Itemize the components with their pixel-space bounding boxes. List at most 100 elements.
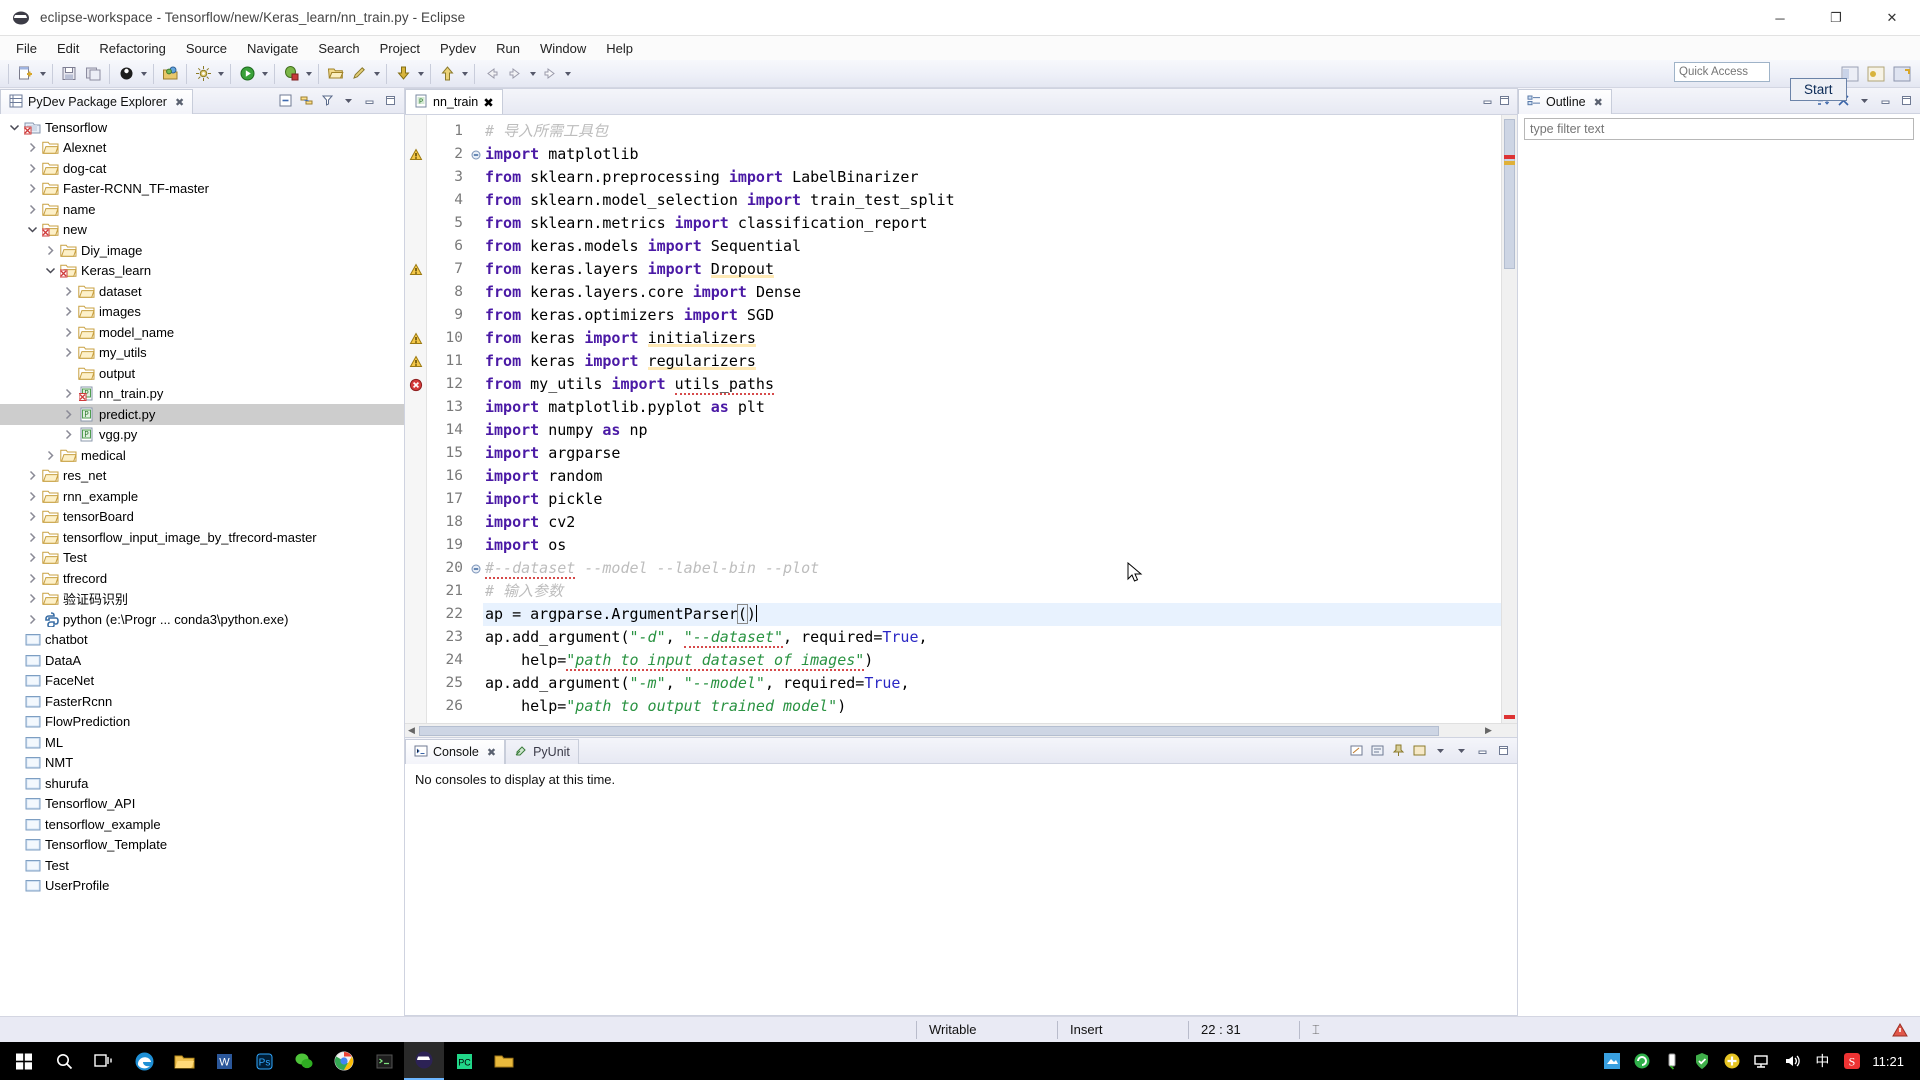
- tree-item-new[interactable]: new: [0, 220, 404, 241]
- tree-item-[interactable]: 验证码识别: [0, 589, 404, 610]
- warning-marker-icon[interactable]: [405, 350, 426, 373]
- menu-refactoring[interactable]: Refactoring: [89, 38, 175, 59]
- run-dropdown[interactable]: [259, 63, 270, 85]
- tree-item-name[interactable]: name: [0, 199, 404, 220]
- code-line[interactable]: #--dataset --model --label-bin --plot: [483, 557, 1501, 580]
- menu-project[interactable]: Project: [370, 38, 430, 59]
- folding-ruler[interactable]: [469, 115, 483, 723]
- maximize-icon[interactable]: [381, 92, 399, 110]
- fold-toggle-icon[interactable]: [469, 143, 483, 166]
- chevron-right-icon[interactable]: [42, 447, 59, 464]
- new-file-icon[interactable]: [14, 63, 36, 85]
- chevron-right-icon[interactable]: [24, 488, 41, 505]
- editor-horizontal-scrollbar[interactable]: ◀ ▶: [405, 723, 1517, 737]
- source-code[interactable]: # 导入所需工具包 import matplotlib from sklearn.p…: [483, 115, 1501, 723]
- open-folder-icon[interactable]: [324, 63, 346, 85]
- code-line[interactable]: help="path to output trained model"): [483, 695, 1501, 718]
- code-line[interactable]: import cv2: [483, 511, 1501, 534]
- chevron-right-icon[interactable]: [24, 590, 41, 607]
- chevron-right-icon[interactable]: [24, 570, 41, 587]
- start-button[interactable]: Start: [1790, 78, 1847, 101]
- chevron-right-icon[interactable]: [24, 201, 41, 218]
- quick-access-input[interactable]: [1674, 62, 1770, 82]
- tree-item-medical[interactable]: medical: [0, 445, 404, 466]
- code-line[interactable]: from my_utils import utils_paths: [483, 373, 1501, 396]
- tree-item-tensorboard[interactable]: tensorBoard: [0, 507, 404, 528]
- open-type-icon[interactable]: [159, 63, 181, 85]
- tree-item-faster-rcnn-tf-master[interactable]: Faster-RCNN_TF-master: [0, 179, 404, 200]
- code-line[interactable]: help="path to input dataset of images"): [483, 649, 1501, 672]
- code-line[interactable]: ap.add_argument("-m", "--model", require…: [483, 672, 1501, 695]
- tree-item-fasterrcnn[interactable]: FasterRcnn: [0, 691, 404, 712]
- tree-item-tensorflow-input-image-by-tfrecord-master[interactable]: tensorflow_input_image_by_tfrecord-maste…: [0, 527, 404, 548]
- menu-search[interactable]: Search: [308, 38, 369, 59]
- code-line[interactable]: # 输入参数: [483, 580, 1501, 603]
- link-with-editor-icon[interactable]: [297, 92, 315, 110]
- save-all-icon[interactable]: [82, 63, 104, 85]
- tree-item-ml[interactable]: ML: [0, 732, 404, 753]
- minimize-icon[interactable]: [1481, 94, 1494, 110]
- code-line[interactable]: from sklearn.metrics import classificati…: [483, 212, 1501, 235]
- code-line[interactable]: import random: [483, 465, 1501, 488]
- screenshot-icon[interactable]: [1602, 1051, 1622, 1071]
- minimize-icon[interactable]: [1473, 742, 1491, 760]
- task-view-icon[interactable]: [84, 1042, 124, 1080]
- code-line[interactable]: from sklearn.preprocessing import LabelB…: [483, 166, 1501, 189]
- tree-item-flowprediction[interactable]: FlowPrediction: [0, 712, 404, 733]
- view-menu-icon[interactable]: [1855, 92, 1873, 110]
- tree-item-model-name[interactable]: model_name: [0, 322, 404, 343]
- tree-item-alexnet[interactable]: Alexnet: [0, 138, 404, 159]
- tree-item-tensorflow-api[interactable]: Tensorflow_API: [0, 794, 404, 815]
- view-menu-icon[interactable]: [339, 92, 357, 110]
- tree-item-python-e-progr-conda3-python-exe[interactable]: python (e:\Progr ... conda3\python.exe): [0, 609, 404, 630]
- network-icon[interactable]: [1752, 1051, 1772, 1071]
- tree-item-tensorflow[interactable]: Tensorflow: [0, 117, 404, 138]
- code-line[interactable]: from keras import initializers: [483, 327, 1501, 350]
- tab-console[interactable]: Console ✖: [405, 739, 506, 764]
- tree-item-my-utils[interactable]: my_utils: [0, 343, 404, 364]
- chevron-down-icon[interactable]: [6, 119, 23, 136]
- chevron-down-icon[interactable]: [42, 262, 59, 279]
- debug-perspective-icon[interactable]: [115, 63, 137, 85]
- chevron-right-icon[interactable]: [60, 426, 77, 443]
- chevron-right-icon[interactable]: [24, 611, 41, 628]
- pencil-dropdown[interactable]: [371, 63, 382, 85]
- minimize-icon[interactable]: [360, 92, 378, 110]
- forward-dropdown[interactable]: [527, 63, 538, 85]
- next-annotation-icon[interactable]: [539, 63, 561, 85]
- tree-item-dog-cat[interactable]: dog-cat: [0, 158, 404, 179]
- maximize-button[interactable]: ❐: [1808, 0, 1864, 36]
- tree-item-test[interactable]: Test: [0, 855, 404, 876]
- tab-outline[interactable]: Outline ✖: [1518, 89, 1612, 114]
- chevron-right-icon[interactable]: [42, 242, 59, 259]
- tree-item-res-net[interactable]: res_net: [0, 466, 404, 487]
- tree-item-shurufa[interactable]: shurufa: [0, 773, 404, 794]
- tree-item-output[interactable]: output: [0, 363, 404, 384]
- chevron-right-icon[interactable]: [60, 324, 77, 341]
- menu-navigate[interactable]: Navigate: [237, 38, 308, 59]
- run-icon[interactable]: [236, 63, 258, 85]
- chevron-right-icon[interactable]: [60, 344, 77, 361]
- warning-marker-icon[interactable]: [405, 327, 426, 350]
- code-line[interactable]: # 导入所需工具包: [483, 120, 1501, 143]
- maximize-icon[interactable]: [1498, 94, 1511, 110]
- open-console-icon[interactable]: [1410, 742, 1428, 760]
- close-button[interactable]: ✕: [1864, 0, 1920, 36]
- tab-pyunit[interactable]: PyUnit: [505, 739, 579, 764]
- menu-edit[interactable]: Edit: [47, 38, 89, 59]
- chevron-down-icon[interactable]: [24, 221, 41, 238]
- tree-item-facenet[interactable]: FaceNet: [0, 671, 404, 692]
- minimize-button[interactable]: ─: [1752, 0, 1808, 36]
- folder-icon[interactable]: [484, 1042, 524, 1080]
- terminal-icon[interactable]: [364, 1042, 404, 1080]
- download-dropdown[interactable]: [415, 63, 426, 85]
- chevron-right-icon[interactable]: [60, 283, 77, 300]
- close-icon[interactable]: ✖: [483, 95, 493, 110]
- sogou-icon[interactable]: S: [1842, 1051, 1862, 1071]
- upload-icon[interactable]: [436, 63, 458, 85]
- open-perspective-icon[interactable]: [1892, 64, 1912, 84]
- open-console-dropdown-icon[interactable]: [1431, 742, 1449, 760]
- wechat-icon[interactable]: [284, 1042, 324, 1080]
- chevron-right-icon[interactable]: [60, 406, 77, 423]
- next-annotation-dropdown[interactable]: [562, 63, 573, 85]
